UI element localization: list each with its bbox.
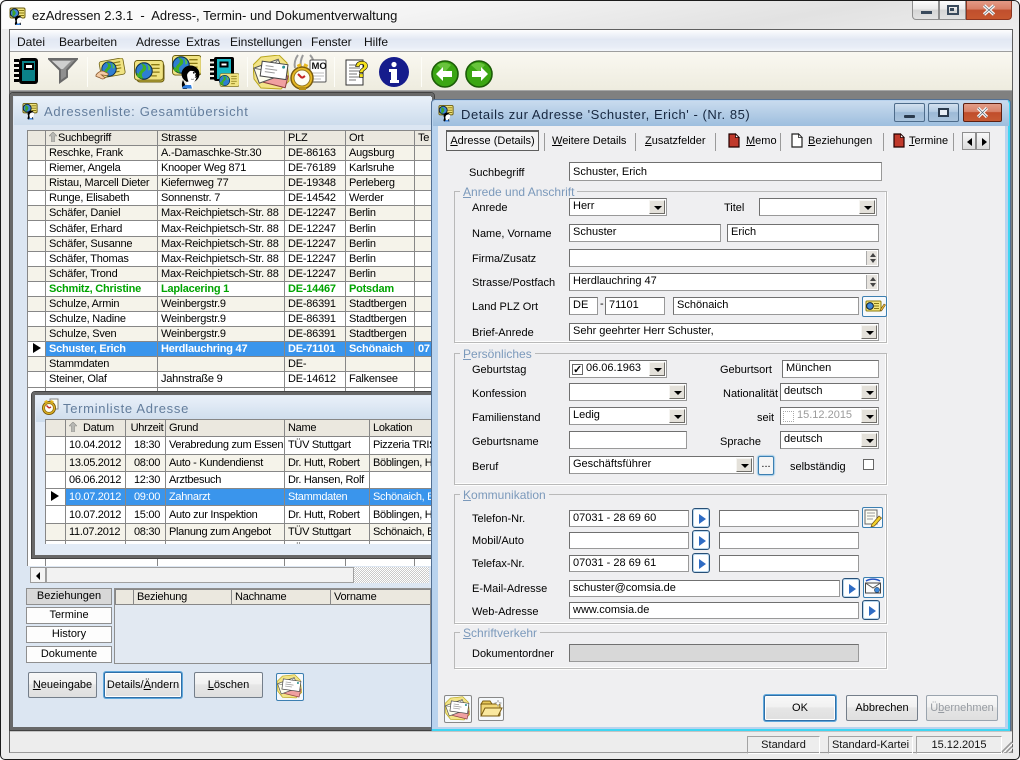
svg-text:MO: MO [312,61,327,72]
svg-text:?: ? [355,57,368,82]
